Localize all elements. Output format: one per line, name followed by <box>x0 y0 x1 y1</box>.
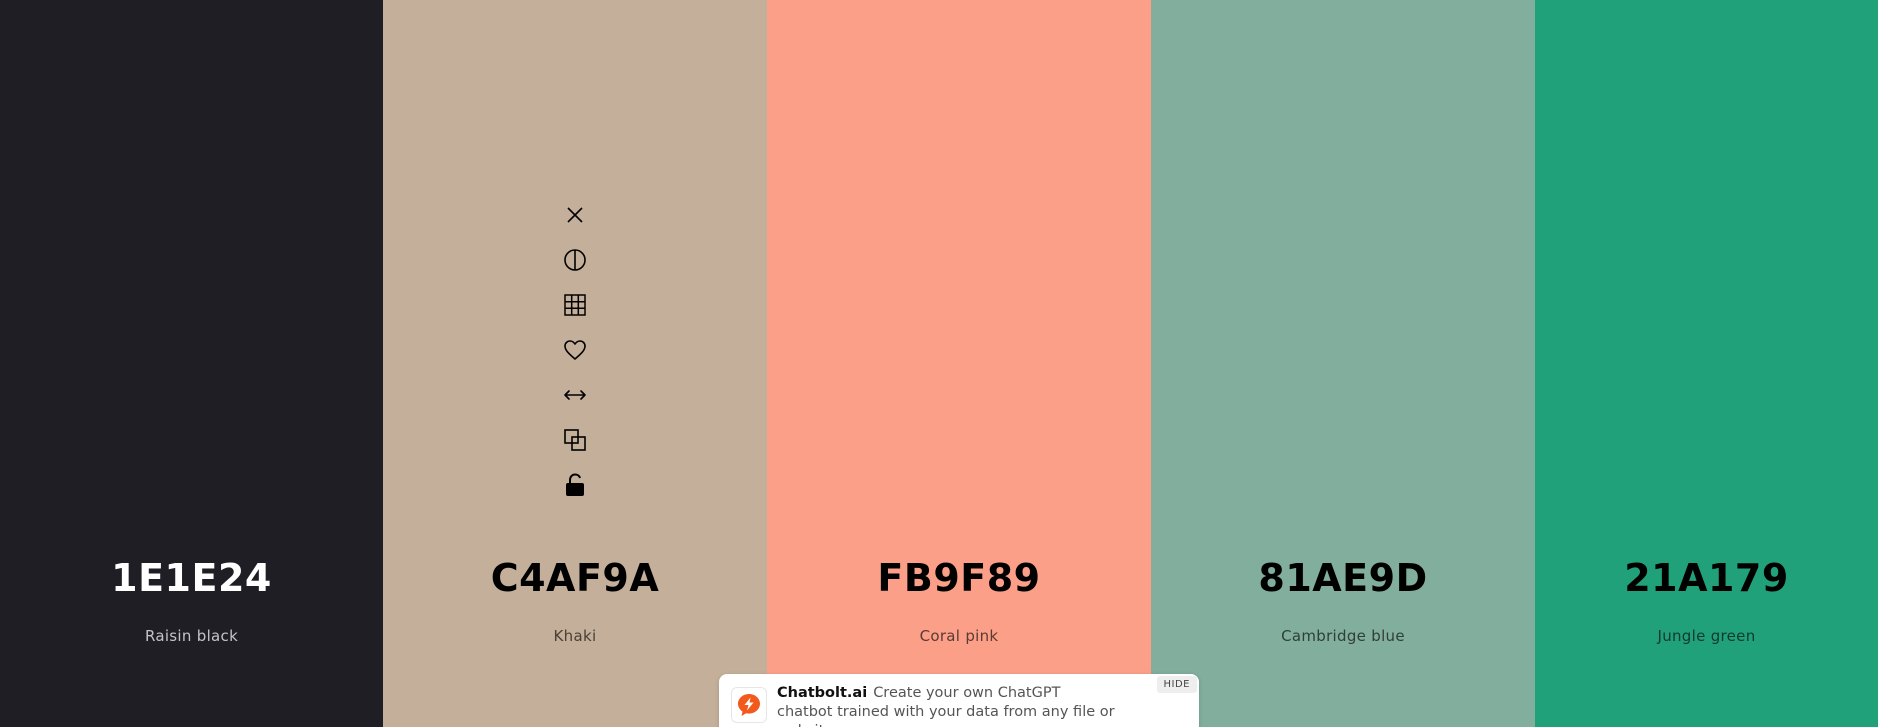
hex-code[interactable]: 21A179 <box>1535 553 1878 603</box>
color-palette: 1E1E24 Raisin black C4AF9A Khaki FB9F89 … <box>0 0 1878 727</box>
color-name[interactable]: Cambridge blue <box>1151 627 1535 645</box>
color-swatch-coral-pink[interactable]: FB9F89 Coral pink <box>767 0 1151 727</box>
color-swatch-cambridge-blue[interactable]: 81AE9D Cambridge blue <box>1151 0 1535 727</box>
hex-code[interactable]: 81AE9D <box>1151 553 1535 603</box>
chatbolt-logo-icon <box>731 687 767 723</box>
copy-icon[interactable] <box>560 425 590 455</box>
color-swatch-khaki[interactable]: C4AF9A Khaki <box>383 0 767 727</box>
color-swatch-jungle-green[interactable]: 21A179 Jungle green <box>1535 0 1878 727</box>
hide-button[interactable]: HIDE <box>1156 676 1197 693</box>
grid-shades-icon[interactable] <box>560 290 590 320</box>
hex-code[interactable]: C4AF9A <box>383 553 767 603</box>
hex-code[interactable]: FB9F89 <box>767 553 1151 603</box>
color-name[interactable]: Khaki <box>383 627 767 645</box>
color-swatch-raisin-black[interactable]: 1E1E24 Raisin black <box>0 0 383 727</box>
color-name[interactable]: Coral pink <box>767 627 1151 645</box>
close-icon[interactable] <box>560 200 590 230</box>
heart-icon[interactable] <box>560 335 590 365</box>
color-name[interactable]: Jungle green <box>1535 627 1878 645</box>
drag-arrows-icon[interactable] <box>560 380 590 410</box>
swatch-toolbar <box>560 200 590 515</box>
hex-code[interactable]: 1E1E24 <box>0 553 383 603</box>
chatbot-ad-banner[interactable]: Chatbolt.ai Create your own ChatGPT chatb… <box>719 674 1199 727</box>
chatbot-ad-text: Chatbolt.ai Create your own ChatGPT chatb… <box>777 684 1117 727</box>
color-name[interactable]: Raisin black <box>0 627 383 645</box>
lock-open-icon[interactable] <box>560 470 590 500</box>
contrast-icon[interactable] <box>560 245 590 275</box>
chatbot-brand-name[interactable]: Chatbolt.ai <box>777 685 867 701</box>
